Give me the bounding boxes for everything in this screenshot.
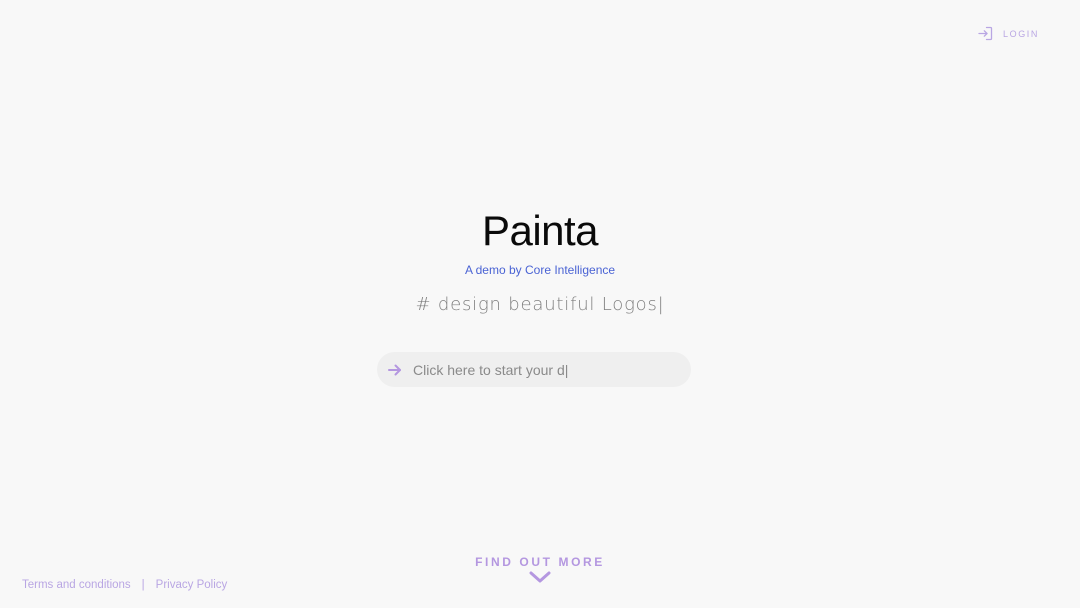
prompt-bar[interactable] [377, 352, 691, 387]
privacy-link[interactable]: Privacy Policy [156, 579, 228, 591]
sign-in-icon [978, 26, 993, 41]
prompt-input[interactable] [413, 361, 673, 378]
subtitle-link[interactable]: A demo by Core Intelligence [0, 263, 1080, 277]
login-label: LOGIN [1003, 28, 1040, 39]
arrow-right-icon[interactable] [387, 362, 403, 378]
footer-links: Terms and conditions | Privacy Policy [22, 579, 227, 591]
footer-separator: | [141, 579, 145, 591]
page-title: Painta [481, 207, 599, 254]
typewriter-text: # design beautiful Logos| [415, 294, 665, 315]
login-button[interactable]: LOGIN [978, 26, 1039, 41]
chevron-down-icon [529, 569, 551, 583]
find-out-more-label: FIND OUT MORE [475, 555, 605, 569]
terms-link[interactable]: Terms and conditions [22, 579, 131, 591]
landing-page: LOGIN Painta A demo by Core Intelligence… [0, 0, 1080, 608]
